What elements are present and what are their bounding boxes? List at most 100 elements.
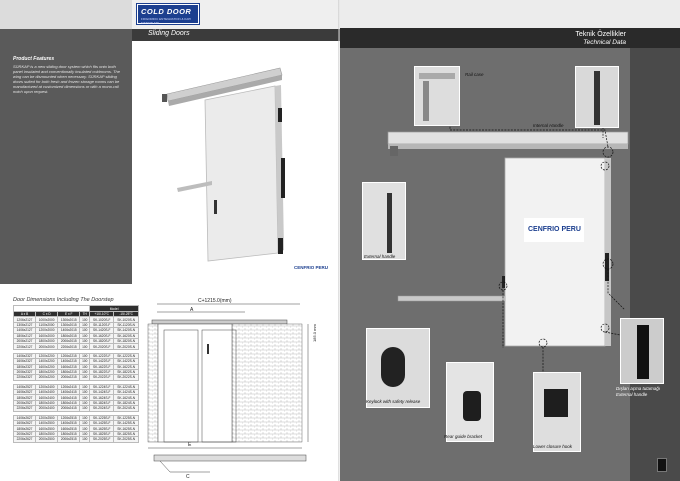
table-cell: 1000x2000: [35, 316, 59, 323]
table-cell: 1806x2527: [12, 394, 37, 401]
table-cell: 1806x2215: [57, 368, 81, 376]
table-cell: 1200x2000: [35, 327, 59, 334]
table-cell: SK-1420S-F: [89, 327, 115, 334]
table-cell: SK-2020S-N: [113, 343, 139, 350]
table-cell: SK-1825S-F: [89, 430, 115, 438]
table-cell: 2206x2015: [57, 343, 81, 350]
table-row: 2006x2327 1800x2200 1806x2215 100 SK-1822S-F…: [12, 368, 139, 376]
table-cell: SK-1222S-F: [89, 352, 115, 360]
table-cell: 1206x2415: [57, 383, 81, 391]
internal-handle-photo: [575, 66, 619, 128]
table-cell: 1306x2015: [57, 321, 81, 329]
table-row: 2006x2127 1800x2000 2006x2015 100 SK-1820S-F…: [12, 337, 139, 345]
table-cell: SK-1224S-N: [113, 383, 139, 391]
table-cell: SK-2020S-F: [89, 343, 115, 350]
logo-text: COLD DOOR: [141, 7, 192, 16]
caption-ext-handle-en: External handle: [616, 392, 648, 397]
table-cell: 1806x2415: [57, 399, 81, 407]
door-technical-drawing: C+1215.0(mm) A 185.0 mm E C: [147, 298, 317, 480]
sliding-door-photo: CENFRIO PERU: [162, 67, 328, 273]
table-row: 1806x2627 1600x2500 1606x2515 100 SK-1625S-F…: [12, 425, 139, 432]
table-cell: SK-2025S-F: [89, 436, 115, 443]
table-cell: 100: [79, 436, 91, 443]
caption-lower-closure: Lower closure hook: [533, 444, 573, 449]
table-cell: 1206x2515: [57, 414, 81, 422]
table-cell: 1600x2400: [35, 394, 59, 401]
table-cell: 1406x2527: [12, 383, 37, 391]
table-cell: 2006x2215: [57, 374, 81, 381]
table-row: 2206x2527 2000x2400 2006x2415 100 SK-2024S-F…: [12, 405, 139, 412]
table-cell: SK-2024S-F: [89, 405, 115, 412]
table-cell: SK-1624S-N: [113, 394, 139, 401]
table-cell: 1200x2500: [35, 414, 59, 422]
table-cell: SK-1425S-N: [113, 419, 139, 427]
table-cell: 1100x2000: [35, 321, 59, 329]
table-cell: 2206x2627: [12, 436, 37, 443]
table-cell: SK-2022S-N: [113, 374, 139, 381]
table-cell: SK-1820S-F: [89, 337, 115, 345]
table-cell: 1600x2200: [35, 363, 59, 370]
title-en: Technical Data: [583, 39, 626, 46]
table-cell: 2006x2327: [12, 368, 37, 376]
corner-block: [0, 0, 132, 29]
rail-case-photo: [414, 66, 460, 126]
caption-external-handle: External handle: [364, 254, 396, 259]
table-cell: 2006x2627: [12, 430, 37, 438]
logo-subtext: FRIGORIFIC ENTEGRATION & KAPI SISTEMLERI: [141, 17, 192, 25]
table-cell: 1806x2127: [12, 332, 37, 339]
table-row: 1306x2127 1100x2000 1306x2015 100 SK-1120S-F…: [12, 321, 139, 329]
table-cell: 1406x2515: [57, 419, 81, 427]
caption-keylock: Keylock with safety release: [366, 399, 421, 404]
right-title-bar: Teknik Özellikler Technical Data: [340, 28, 680, 48]
table-row: 1806x2527 1600x2400 1606x2415 100 SK-1624S-F…: [12, 394, 139, 401]
table-cell: 1306x2127: [12, 321, 37, 329]
table-cell: 2006x2527: [12, 399, 37, 407]
lower-closure-photo: [533, 372, 581, 452]
table-cell: 1400x2400: [35, 389, 59, 396]
table-row: 2206x2327 2000x2200 2006x2215 100 SK-2022S-F…: [12, 374, 139, 381]
table-cell: 2206x2127: [12, 343, 37, 350]
table-cell: SK-1225S-F: [89, 414, 115, 422]
door-badge: CENFRIO PERU: [294, 265, 328, 270]
table-cell: 2006x2415: [57, 405, 81, 412]
rear-guide-photo: [446, 362, 494, 442]
table-cell: 1606x2515: [57, 425, 81, 432]
table-cell: 1806x2627: [12, 425, 37, 432]
table-cell: SK-1222S-N: [113, 352, 139, 360]
table-cell: SK-1120S-N: [113, 321, 139, 329]
section-label: Sliding Doors: [148, 30, 190, 37]
table-cell: 1600x2000: [35, 332, 59, 339]
caption-rail-case: Rail case: [465, 72, 484, 77]
table-cell: SK-1625S-F: [89, 425, 115, 432]
features-title: Product Features: [13, 56, 55, 62]
dim-top: C+1215.0(mm): [198, 298, 232, 304]
table-cell: 2206x2327: [12, 374, 37, 381]
table-row: 1606x2527 1400x2400 1406x2415 100 SK-1424S-F…: [12, 389, 139, 396]
section-bar: Sliding Doors: [132, 29, 340, 41]
table-cell: 1606x2327: [12, 358, 37, 365]
brand-logo: COLD DOOR FRIGORIFIC ENTEGRATION & KAPI …: [137, 4, 199, 25]
table-cell: SK-1820S-N: [113, 337, 139, 345]
table-row: 1606x2327 1400x2200 1406x2215 100 SK-1422S-F…: [12, 358, 139, 365]
table-cell: SK-1822S-F: [89, 368, 115, 376]
table-cell: SK-1824S-N: [113, 399, 139, 407]
table-cell: 1800x2000: [35, 337, 59, 345]
table-row: 1806x2127 1600x2000 1806x2015 100 SK-1620S-F…: [12, 332, 139, 339]
table-cell: SK-1824S-F: [89, 399, 115, 407]
table-cell: 1606x2415: [57, 394, 81, 401]
table-cell: 1806x2015: [57, 332, 81, 339]
table-cell: SK-1425S-F: [89, 419, 115, 427]
table-cell: 1606x2215: [57, 363, 81, 370]
table-row: 2206x2627 2000x2500 2006x2515 100 SK-2025S-F…: [12, 436, 139, 443]
table-row: 2006x2627 1800x2500 1806x2515 100 SK-1825S-F…: [12, 430, 139, 438]
table-cell: 1800x2500: [35, 430, 59, 438]
table-cell: 1800x2400: [35, 399, 59, 407]
table-cell: 1306x2015: [57, 316, 81, 323]
table-cell: 1400x2200: [35, 358, 59, 365]
table-cell: 2006x2515: [57, 436, 81, 443]
table-cell: 1200x2200: [35, 352, 59, 360]
table-cell: 1206x2215: [57, 352, 81, 360]
table-cell: 1200x2400: [35, 383, 59, 391]
table-row: 1206x2127 1000x2000 1306x2015 100 SK-1020S-F…: [12, 316, 139, 323]
title-tr: Teknik Özellikler: [575, 31, 626, 38]
